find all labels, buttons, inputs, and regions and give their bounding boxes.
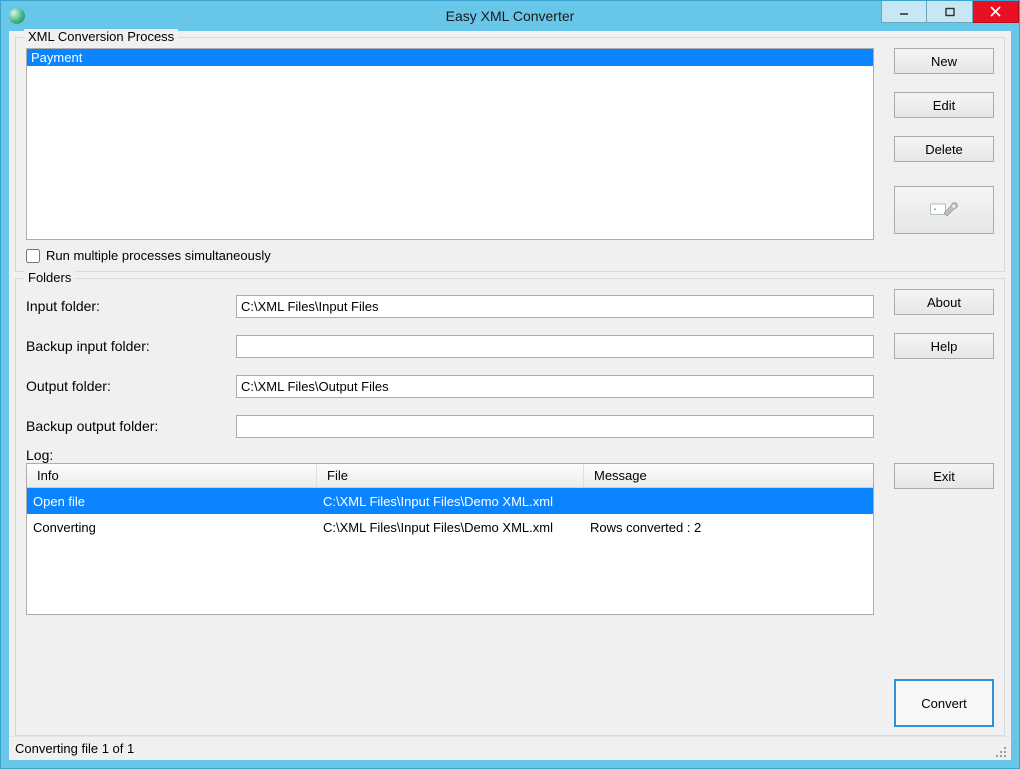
log-col-file[interactable]: File bbox=[317, 464, 584, 487]
client-area: XML Conversion Process Payment New Edit … bbox=[9, 31, 1011, 760]
maximize-icon bbox=[945, 7, 955, 17]
log-col-message[interactable]: Message bbox=[584, 464, 873, 487]
log-row[interactable]: Open fileC:\XML Files\Input Files\Demo X… bbox=[27, 488, 873, 514]
edit-button[interactable]: Edit bbox=[894, 92, 994, 118]
wrench-icon bbox=[929, 199, 959, 221]
exit-button[interactable]: Exit bbox=[894, 463, 994, 489]
close-icon bbox=[990, 6, 1001, 17]
process-group: XML Conversion Process Payment New Edit … bbox=[15, 37, 1005, 272]
input-folder-field[interactable] bbox=[236, 295, 874, 318]
process-item[interactable]: Payment bbox=[27, 49, 873, 66]
backup-output-label: Backup output folder: bbox=[26, 418, 236, 434]
minimize-icon bbox=[899, 7, 909, 17]
status-text: Converting file 1 of 1 bbox=[15, 741, 134, 756]
app-window: Easy XML Converter XML Conversion Proces… bbox=[0, 0, 1020, 769]
process-buttons: New Edit Delete bbox=[894, 48, 994, 240]
log-cell-file: C:\XML Files\Input Files\Demo XML.xml bbox=[317, 494, 584, 509]
delete-button[interactable]: Delete bbox=[894, 136, 994, 162]
log-label: Log: bbox=[26, 447, 994, 463]
about-button[interactable]: About bbox=[894, 289, 994, 315]
maximize-button[interactable] bbox=[927, 1, 973, 23]
log-table[interactable]: Info File Message Open fileC:\XML Files\… bbox=[26, 463, 874, 615]
run-multiple-label[interactable]: Run multiple processes simultaneously bbox=[46, 248, 271, 263]
log-header: Info File Message bbox=[27, 464, 873, 488]
new-button[interactable]: New bbox=[894, 48, 994, 74]
process-group-title: XML Conversion Process bbox=[24, 29, 178, 44]
close-button[interactable] bbox=[973, 1, 1019, 23]
backup-input-field[interactable] bbox=[236, 335, 874, 358]
help-button[interactable]: Help bbox=[894, 333, 994, 359]
window-title: Easy XML Converter bbox=[1, 8, 1019, 24]
resize-gripper-icon[interactable] bbox=[995, 746, 1007, 758]
run-multiple-row: Run multiple processes simultaneously bbox=[26, 248, 994, 263]
log-cell-message: Rows converted : 2 bbox=[584, 520, 873, 535]
run-multiple-checkbox[interactable] bbox=[26, 249, 40, 263]
folders-group: Folders Input folder: Backup input folde… bbox=[15, 278, 1005, 736]
log-cell-info: Converting bbox=[27, 520, 317, 535]
backup-output-field[interactable] bbox=[236, 415, 874, 438]
folders-group-title: Folders bbox=[24, 270, 75, 285]
window-controls bbox=[881, 1, 1019, 31]
output-folder-field[interactable] bbox=[236, 375, 874, 398]
backup-input-label: Backup input folder: bbox=[26, 338, 236, 354]
log-cell-file: C:\XML Files\Input Files\Demo XML.xml bbox=[317, 520, 584, 535]
log-cell-info: Open file bbox=[27, 494, 317, 509]
convert-button[interactable]: Convert bbox=[894, 679, 994, 727]
app-icon bbox=[9, 8, 25, 24]
process-list[interactable]: Payment bbox=[26, 48, 874, 240]
titlebar[interactable]: Easy XML Converter bbox=[1, 1, 1019, 31]
settings-button[interactable] bbox=[894, 186, 994, 234]
log-col-info[interactable]: Info bbox=[27, 464, 317, 487]
log-rows: Open fileC:\XML Files\Input Files\Demo X… bbox=[27, 488, 873, 614]
minimize-button[interactable] bbox=[881, 1, 927, 23]
status-bar: Converting file 1 of 1 bbox=[9, 736, 1011, 760]
log-row[interactable]: ConvertingC:\XML Files\Input Files\Demo … bbox=[27, 514, 873, 540]
input-folder-label: Input folder: bbox=[26, 298, 236, 314]
output-folder-label: Output folder: bbox=[26, 378, 236, 394]
